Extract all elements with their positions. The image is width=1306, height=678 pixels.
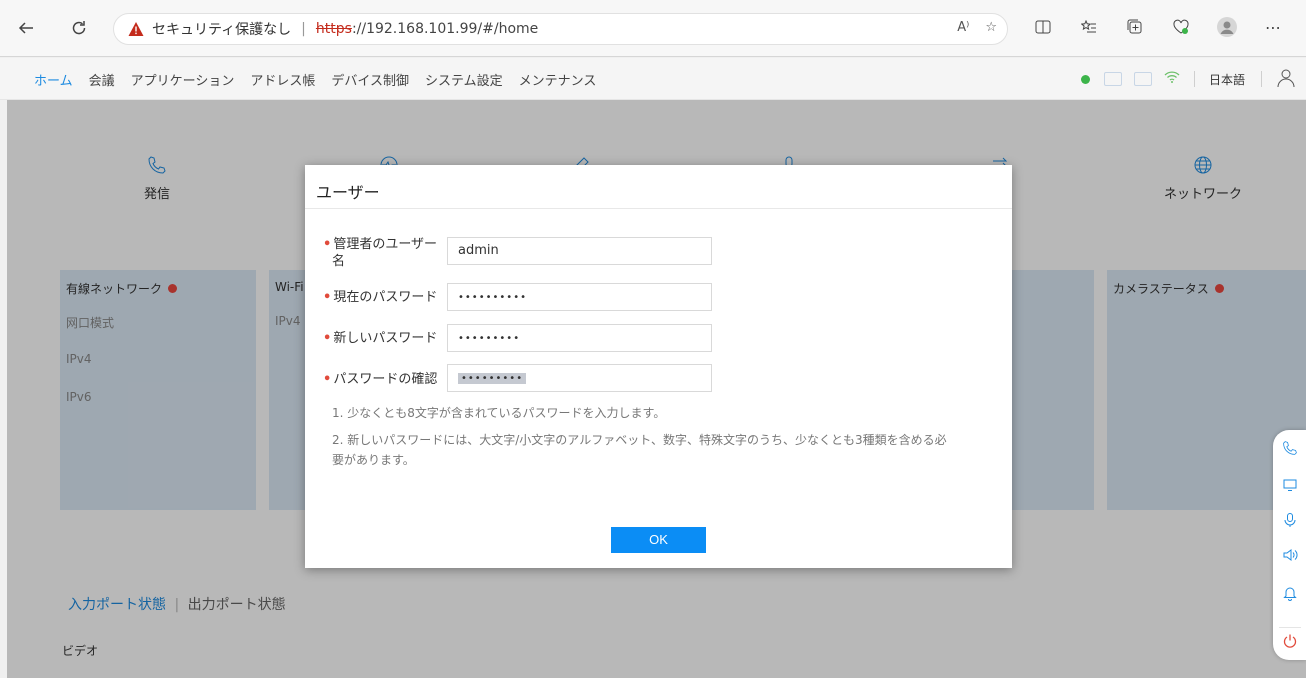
performance-icon[interactable] xyxy=(1168,14,1194,40)
dialog-title: ユーザー xyxy=(316,183,380,202)
url-protocol: https xyxy=(315,21,352,37)
password-hint-2-line1: 2. 新しいパスワードには、大文字/小文字のアルファベット、数字、特殊文字のうち… xyxy=(332,433,947,447)
new-password-field[interactable]: ••••••••• xyxy=(447,324,712,352)
app-navigation: ホーム 会議 アプリケーション アドレス帳 デバイス制御 システム設定 メンテナ… xyxy=(0,58,1306,100)
browser-toolbar: セキュリティ保護なし | https://192.168.101.99/#/ho… xyxy=(0,0,1306,57)
profile-avatar[interactable] xyxy=(1214,14,1240,40)
menu-system-settings[interactable]: システム設定 xyxy=(425,70,503,89)
menu-address-book[interactable]: アドレス帳 xyxy=(250,70,315,89)
more-menu-icon[interactable]: ⋯ xyxy=(1260,14,1286,40)
screen-share-icon[interactable] xyxy=(1281,477,1299,495)
current-password-value: •••••••••• xyxy=(458,292,527,303)
admin-username-label: • 管理者のユーザー 名 xyxy=(323,236,437,270)
required-mark: • xyxy=(323,290,332,305)
back-icon[interactable] xyxy=(12,14,40,42)
password-hint-1: 1. 少なくとも8文字が含まれているパスワードを入力します。 xyxy=(332,406,666,420)
admin-username-label-line2: 名 xyxy=(332,254,346,269)
dialog-header-divider xyxy=(305,208,1012,209)
power-icon[interactable] xyxy=(1281,633,1299,651)
connection-status-icon xyxy=(1080,74,1090,84)
url-text: ://192.168.101.99/#/home xyxy=(351,21,539,37)
current-password-field[interactable]: •••••••••• xyxy=(447,283,712,311)
collections-icon[interactable] xyxy=(1122,14,1148,40)
user-account-icon[interactable] xyxy=(1276,67,1300,91)
menu-maintenance[interactable]: メンテナンス xyxy=(519,70,597,89)
admin-username-field[interactable]: admin xyxy=(447,237,712,265)
address-bar[interactable]: セキュリティ保護なし | https://192.168.101.99/#/ho… xyxy=(113,13,1008,45)
speaker-icon[interactable] xyxy=(1281,547,1299,565)
address-separator: | xyxy=(301,21,306,37)
toolbar-divider xyxy=(1279,627,1301,628)
main-menu: ホーム 会議 アプリケーション アドレス帳 デバイス制御 システム設定 メンテナ… xyxy=(34,58,612,100)
display-icon xyxy=(1103,72,1122,86)
nav-divider xyxy=(1261,71,1262,87)
read-aloud-icon[interactable]: A⁾ xyxy=(957,20,969,35)
split-screen-icon[interactable] xyxy=(1030,14,1056,40)
confirm-password-label: • パスワードの確認 xyxy=(323,371,437,388)
required-mark: • xyxy=(323,237,332,252)
refresh-icon[interactable] xyxy=(65,14,93,42)
display-secondary-icon xyxy=(1133,72,1152,86)
new-password-label-text: 新しいパスワード xyxy=(333,331,438,346)
menu-applications[interactable]: アプリケーション xyxy=(131,70,235,89)
new-password-label: • 新しいパスワード xyxy=(323,330,437,347)
nav-divider xyxy=(1193,71,1195,87)
wifi-icon xyxy=(1164,71,1180,87)
menu-home[interactable]: ホーム xyxy=(34,70,73,89)
warning-icon xyxy=(128,22,144,36)
floating-toolbar xyxy=(1273,430,1306,660)
confirm-password-field[interactable]: ••••••••• xyxy=(447,364,712,392)
phone-icon[interactable] xyxy=(1281,440,1299,458)
menu-device-control[interactable]: デバイス制御 xyxy=(331,70,409,89)
password-hint-2: 2. 新しいパスワードには、大文字/小文字のアルファベット、数字、特殊文字のうち… xyxy=(332,430,1002,470)
favorites-icon[interactable] xyxy=(1076,14,1102,40)
new-password-value: ••••••••• xyxy=(458,333,521,344)
current-password-label: • 現在のパスワード xyxy=(323,289,437,306)
microphone-icon[interactable] xyxy=(1281,512,1299,530)
menu-conference[interactable]: 会議 xyxy=(89,70,115,89)
current-password-label-text: 現在のパスワード xyxy=(333,290,438,305)
password-hint-2-line2: 要があります。 xyxy=(332,453,415,467)
confirm-password-value: ••••••••• xyxy=(458,373,527,384)
favorite-star-icon[interactable]: ☆ xyxy=(985,20,997,35)
required-mark: • xyxy=(323,331,332,346)
user-dialog: ユーザー • 管理者のユーザー 名 admin • 現在のパスワード •••••••… xyxy=(305,165,1012,568)
ok-button[interactable]: OK xyxy=(611,527,706,553)
confirm-password-label-text: パスワードの確認 xyxy=(333,372,438,387)
required-mark: • xyxy=(323,372,332,387)
bell-icon[interactable] xyxy=(1281,585,1299,603)
language-selector[interactable]: 日本語 xyxy=(1209,71,1245,88)
admin-username-label-line1: 管理者のユーザー xyxy=(333,237,438,252)
security-status-text[interactable]: セキュリティ保護なし xyxy=(152,19,291,39)
